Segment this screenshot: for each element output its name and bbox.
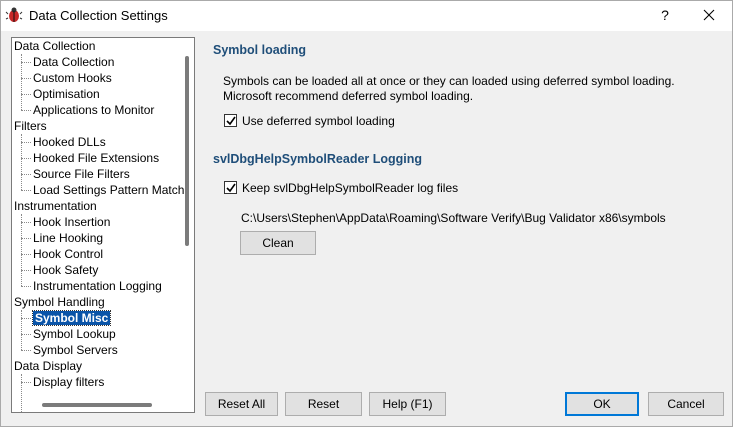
log-folder-path: C:\Users\Stephen\AppData\Roaming\Softwar…: [241, 211, 666, 225]
tree-label: Symbol Handling: [14, 295, 105, 309]
tree-label: Data Display: [14, 359, 83, 373]
cancel-button[interactable]: Cancel: [648, 392, 724, 416]
tree-item-hooked-dlls[interactable]: Hooked DLLs: [33, 134, 106, 150]
tree-label: Symbol Lookup: [33, 327, 116, 341]
tree-item-load-settings-pattern-match[interactable]: Load Settings Pattern Match: [33, 182, 184, 198]
keep-log-files-label[interactable]: Keep svlDbgHelpSymbolReader log files: [242, 181, 458, 195]
tree-connector: [21, 270, 31, 271]
tree-label: Custom Hooks: [33, 71, 112, 85]
tree-item-display-filters[interactable]: Display filters: [33, 374, 104, 390]
tree-item-optimisation[interactable]: Optimisation: [33, 86, 100, 102]
title-bar[interactable]: Data Collection Settings ?: [1, 1, 732, 31]
tree-label: Instrumentation Logging: [33, 279, 162, 293]
ok-button[interactable]: OK: [565, 392, 639, 416]
tree-connector: [21, 382, 31, 383]
tree-label: Load Settings Pattern Match: [33, 183, 185, 197]
symbol-loading-description-2: Microsoft recommend deferred symbol load…: [223, 89, 474, 103]
tree-label: Applications to Monitor: [33, 103, 155, 117]
tree-item-source-file-filters[interactable]: Source File Filters: [33, 166, 130, 182]
checkmark-icon: [226, 116, 236, 126]
tree-connector: [21, 174, 31, 175]
window-title: Data Collection Settings: [29, 8, 168, 23]
tree-label: Hook Insertion: [33, 215, 111, 229]
tree-connector: [21, 78, 31, 79]
symbol-loading-title: Symbol loading: [213, 43, 307, 57]
tree-connector: [21, 318, 31, 319]
tree-connector: [21, 334, 31, 335]
dialog-window: Data Collection Settings ? Data Collecti…: [0, 0, 733, 427]
symbol-loading-description-1: Symbols can be loaded all at once or the…: [223, 74, 675, 88]
tree-connector: [21, 62, 31, 63]
tree-label: Data Collection: [14, 39, 96, 53]
tree-connector: [21, 350, 31, 351]
logging-title: svlDbgHelpSymbolReader Logging: [213, 152, 423, 166]
checkmark-icon: [226, 183, 236, 193]
tree-category-instrumentation[interactable]: Instrumentation: [14, 198, 97, 214]
tree-label: Symbol Servers: [33, 343, 118, 357]
tree-item-symbol-lookup[interactable]: Symbol Lookup: [33, 326, 116, 342]
tree-item-symbol-servers[interactable]: Symbol Servers: [33, 342, 118, 358]
tree-connector: [21, 238, 31, 239]
deferred-loading-checkbox[interactable]: [224, 114, 237, 127]
tree-item-applications-to-monitor[interactable]: Applications to Monitor: [33, 102, 154, 118]
close-button[interactable]: [695, 5, 723, 25]
deferred-loading-label[interactable]: Use deferred symbol loading: [242, 114, 395, 128]
tree-item-instrumentation-logging[interactable]: Instrumentation Logging: [33, 278, 162, 294]
tree-label: Hooked DLLs: [33, 135, 106, 149]
clean-button[interactable]: Clean: [240, 231, 316, 255]
keep-log-files-checkbox[interactable]: [224, 181, 237, 194]
tree-connector: [21, 190, 31, 191]
reset-button[interactable]: Reset: [285, 392, 362, 416]
tree-item-hook-control[interactable]: Hook Control: [33, 246, 103, 262]
tree-connector: [21, 142, 31, 143]
tree-connector: [21, 158, 31, 159]
tree-label: Hook Safety: [33, 263, 99, 277]
tree-item-symbol-misc[interactable]: Symbol Misc: [31, 310, 112, 326]
tree-connector: [21, 286, 31, 287]
tree-connector: [21, 374, 22, 412]
tree-label: Hooked File Extensions: [33, 151, 160, 165]
settings-tree[interactable]: Data Collection Data Collection Custom H…: [11, 37, 195, 413]
tree-connector: [21, 110, 31, 111]
tree-connector: [21, 222, 31, 223]
tree-category-filters[interactable]: Filters: [14, 118, 47, 134]
tree-label: Symbol Misc: [31, 310, 112, 326]
tree-label: Hook Control: [33, 247, 104, 261]
tree-item-line-hooking[interactable]: Line Hooking: [33, 230, 103, 246]
tree-connector: [21, 214, 22, 286]
tree-connector: [21, 310, 22, 350]
close-icon: [703, 9, 715, 21]
reset-all-button[interactable]: Reset All: [205, 392, 278, 416]
bug-icon: [5, 7, 23, 22]
tree-vertical-scrollbar[interactable]: [185, 56, 189, 246]
tree-category-data-display[interactable]: Data Display: [14, 358, 82, 374]
tree-label: Line Hooking: [33, 231, 104, 245]
tree-category-symbol-handling[interactable]: Symbol Handling: [14, 294, 105, 310]
tree-connector: [21, 94, 31, 95]
tree-item-hooked-file-extensions[interactable]: Hooked File Extensions: [33, 150, 159, 166]
tree-label: Filters: [14, 119, 47, 133]
tree-label: Source File Filters: [33, 167, 130, 181]
help-f1-button[interactable]: Help (F1): [369, 392, 446, 416]
tree-item-data-collection[interactable]: Data Collection: [33, 54, 114, 70]
tree-label: Optimisation: [33, 87, 100, 101]
tree-label: Instrumentation: [14, 199, 97, 213]
tree-connector: [21, 254, 31, 255]
tree-item-hook-safety[interactable]: Hook Safety: [33, 262, 98, 278]
tree-category-data-collection[interactable]: Data Collection: [14, 38, 95, 54]
tree-horizontal-scrollbar[interactable]: [42, 403, 152, 407]
tree-item-hook-insertion[interactable]: Hook Insertion: [33, 214, 110, 230]
tree-item-custom-hooks[interactable]: Custom Hooks: [33, 70, 112, 86]
help-button[interactable]: ?: [653, 5, 677, 25]
tree-label: Data Collection: [33, 55, 115, 69]
tree-label: Display filters: [33, 375, 105, 389]
